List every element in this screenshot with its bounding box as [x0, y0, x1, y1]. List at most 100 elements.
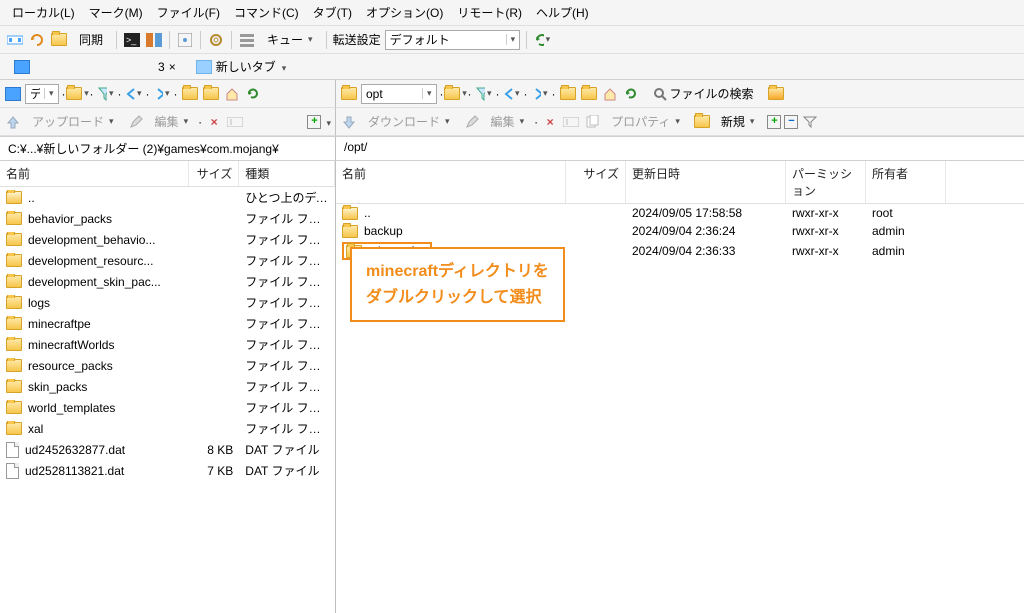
session-tab-active[interactable]: 3 × — [6, 58, 184, 76]
list-item[interactable]: behavior_packsファイル フォルダー — [0, 208, 335, 229]
sync-button[interactable]: 同期 — [72, 28, 110, 51]
folder-icon — [6, 275, 22, 288]
transfer-preset-input[interactable] — [386, 33, 506, 47]
list-item[interactable]: ..ひとつ上のディレク — [0, 187, 335, 208]
list-item[interactable]: development_behavio...ファイル フォルダー — [0, 229, 335, 250]
list-item[interactable]: development_resourc...ファイル フォルダー — [0, 250, 335, 271]
find-files-button[interactable]: ファイルの検索 — [646, 82, 761, 105]
rcol-date: 更新日時 — [626, 161, 786, 203]
download-button[interactable]: ダウンロード — [361, 110, 457, 133]
menu-item[interactable]: オプション(O) — [360, 2, 449, 23]
reload-remote-icon[interactable] — [622, 85, 640, 103]
list-item[interactable]: ..2024/09/05 17:58:58rwxr-xr-xroot — [336, 204, 1024, 222]
remote-filter-icon[interactable] — [475, 85, 493, 103]
file-icon — [6, 463, 19, 479]
rename-icon[interactable] — [226, 113, 244, 131]
close-tab-icon[interactable]: × — [169, 60, 176, 74]
transfer-preset-combo[interactable]: ▾ — [385, 30, 521, 50]
rcol-size: サイズ — [566, 161, 626, 203]
remote-folder-icon[interactable] — [340, 85, 358, 103]
remote-mask-icon[interactable] — [801, 113, 819, 131]
menu-item[interactable]: リモート(R) — [451, 2, 528, 23]
list-item[interactable]: backup2024/09/04 2:36:24rwxr-xr-xadmin — [336, 222, 1024, 240]
edit-button[interactable]: 編集 — [148, 110, 196, 133]
menu-item[interactable]: ファイル(F) — [151, 2, 226, 23]
list-item[interactable]: ud2528113821.dat7 KBDAT ファイル — [0, 460, 335, 481]
terminal-icon[interactable]: >_ — [123, 31, 141, 49]
list-item[interactable]: world_templatesファイル フォルダー — [0, 397, 335, 418]
list-item[interactable]: skin_packsファイル フォルダー — [0, 376, 335, 397]
delete-remote-icon[interactable]: × — [541, 113, 559, 131]
properties-button[interactable]: プロパティ — [604, 110, 687, 133]
rename-remote-icon[interactable] — [562, 113, 580, 131]
new-button[interactable]: 新規 — [714, 110, 762, 133]
compare-icon[interactable] — [145, 31, 163, 49]
remote-header[interactable]: 名前 サイズ 更新日時 パーミッション 所有者 — [336, 161, 1024, 204]
new-folder-icon[interactable] — [693, 113, 711, 131]
list-item[interactable]: minecraftWorldsファイル フォルダー — [0, 334, 335, 355]
menu-item[interactable]: ローカル(L) — [6, 2, 81, 23]
drive-icon[interactable] — [4, 85, 22, 103]
remote-folder-root-icon[interactable] — [580, 85, 598, 103]
back-icon[interactable] — [125, 85, 143, 103]
monitor-icon — [14, 60, 30, 74]
list-item[interactable]: minecraftpeファイル フォルダー — [0, 313, 335, 334]
list-item[interactable]: development_skin_pac...ファイル フォルダー — [0, 271, 335, 292]
remote-pane: 名前 サイズ 更新日時 パーミッション 所有者 ..2024/09/05 17:… — [336, 161, 1024, 613]
menu-bar: ローカル(L)マーク(M)ファイル(F)コマンド(C)タブ(T)オプション(O)… — [0, 0, 1024, 25]
list-item[interactable]: logsファイル フォルダー — [0, 292, 335, 313]
upload-button[interactable]: アップロード — [25, 110, 121, 133]
reload-local-icon[interactable] — [244, 85, 262, 103]
list-item[interactable]: xalファイル フォルダー — [0, 418, 335, 439]
folder-icon — [6, 401, 22, 414]
main-area: 名前 サイズ 種類 ..ひとつ上のディレクbehavior_packsファイル … — [0, 161, 1024, 613]
menu-item[interactable]: ヘルプ(H) — [530, 2, 595, 23]
edit-remote-button[interactable]: 編集 — [484, 110, 532, 133]
remote-dir-combo[interactable]: ▾ — [361, 84, 437, 104]
forward-icon[interactable] — [153, 85, 171, 103]
file-icon — [6, 442, 19, 458]
filter-icon[interactable] — [97, 85, 115, 103]
bookmark-add-icon[interactable] — [767, 85, 785, 103]
new-tab[interactable]: 新しいタブ — [188, 56, 295, 77]
copy-icon[interactable] — [583, 113, 601, 131]
home-icon[interactable] — [223, 85, 241, 103]
folder-icon — [342, 225, 358, 238]
list-item[interactable]: resource_packsファイル フォルダー — [0, 355, 335, 376]
remote-collapse-icon[interactable]: − — [784, 115, 798, 129]
remote-action-toolbar: ダウンロード 編集 · × プロパティ 新規 + − — [336, 108, 1024, 136]
remote-up-folder-icon[interactable] — [447, 85, 465, 103]
local-list[interactable]: ..ひとつ上のディレクbehavior_packsファイル フォルダーdevel… — [0, 187, 335, 613]
folder-icon — [6, 296, 22, 309]
download-icon — [340, 113, 358, 131]
folder-tree-icon[interactable] — [181, 85, 199, 103]
refresh-icon[interactable] — [533, 31, 551, 49]
local-header[interactable]: 名前 サイズ 種類 — [0, 161, 335, 187]
sync-browse-icon[interactable] — [28, 31, 46, 49]
remote-back-icon[interactable] — [503, 85, 521, 103]
remote-home-icon[interactable] — [601, 85, 619, 103]
menu-item[interactable]: タブ(T) — [307, 2, 358, 23]
folder-root-icon[interactable] — [202, 85, 220, 103]
remote-nav-toolbar: ▾ · · · · · ファイルの検索 — [336, 80, 1024, 108]
local-path[interactable]: C:¥...¥新しいフォルダー (2)¥games¥com.mojang¥ — [0, 136, 336, 161]
queue-button[interactable]: キュー — [260, 28, 320, 51]
command-icon[interactable] — [176, 31, 194, 49]
folder-sync-icon[interactable] — [50, 31, 68, 49]
remote-forward-icon[interactable] — [531, 85, 549, 103]
rcol-perm: パーミッション — [786, 161, 866, 203]
remote-folder-tree-icon[interactable] — [559, 85, 577, 103]
gear-icon[interactable] — [207, 31, 225, 49]
expand-icon[interactable]: + — [307, 115, 321, 129]
list-item[interactable]: ud2452632877.dat8 KBDAT ファイル — [0, 439, 335, 460]
delete-icon[interactable]: × — [205, 113, 223, 131]
annotation-callout: minecraftディレクトリを ダブルクリックして選択 — [350, 247, 565, 322]
address-bar-icon[interactable] — [6, 31, 24, 49]
remote-expand-icon[interactable]: + — [767, 115, 781, 129]
local-up-folder-icon[interactable] — [69, 85, 87, 103]
local-drive-combo[interactable]: ▾ — [25, 84, 59, 104]
remote-path[interactable]: /opt/ — [336, 136, 1024, 161]
menu-item[interactable]: コマンド(C) — [228, 2, 305, 23]
queue-icon[interactable] — [238, 31, 256, 49]
menu-item[interactable]: マーク(M) — [83, 2, 149, 23]
